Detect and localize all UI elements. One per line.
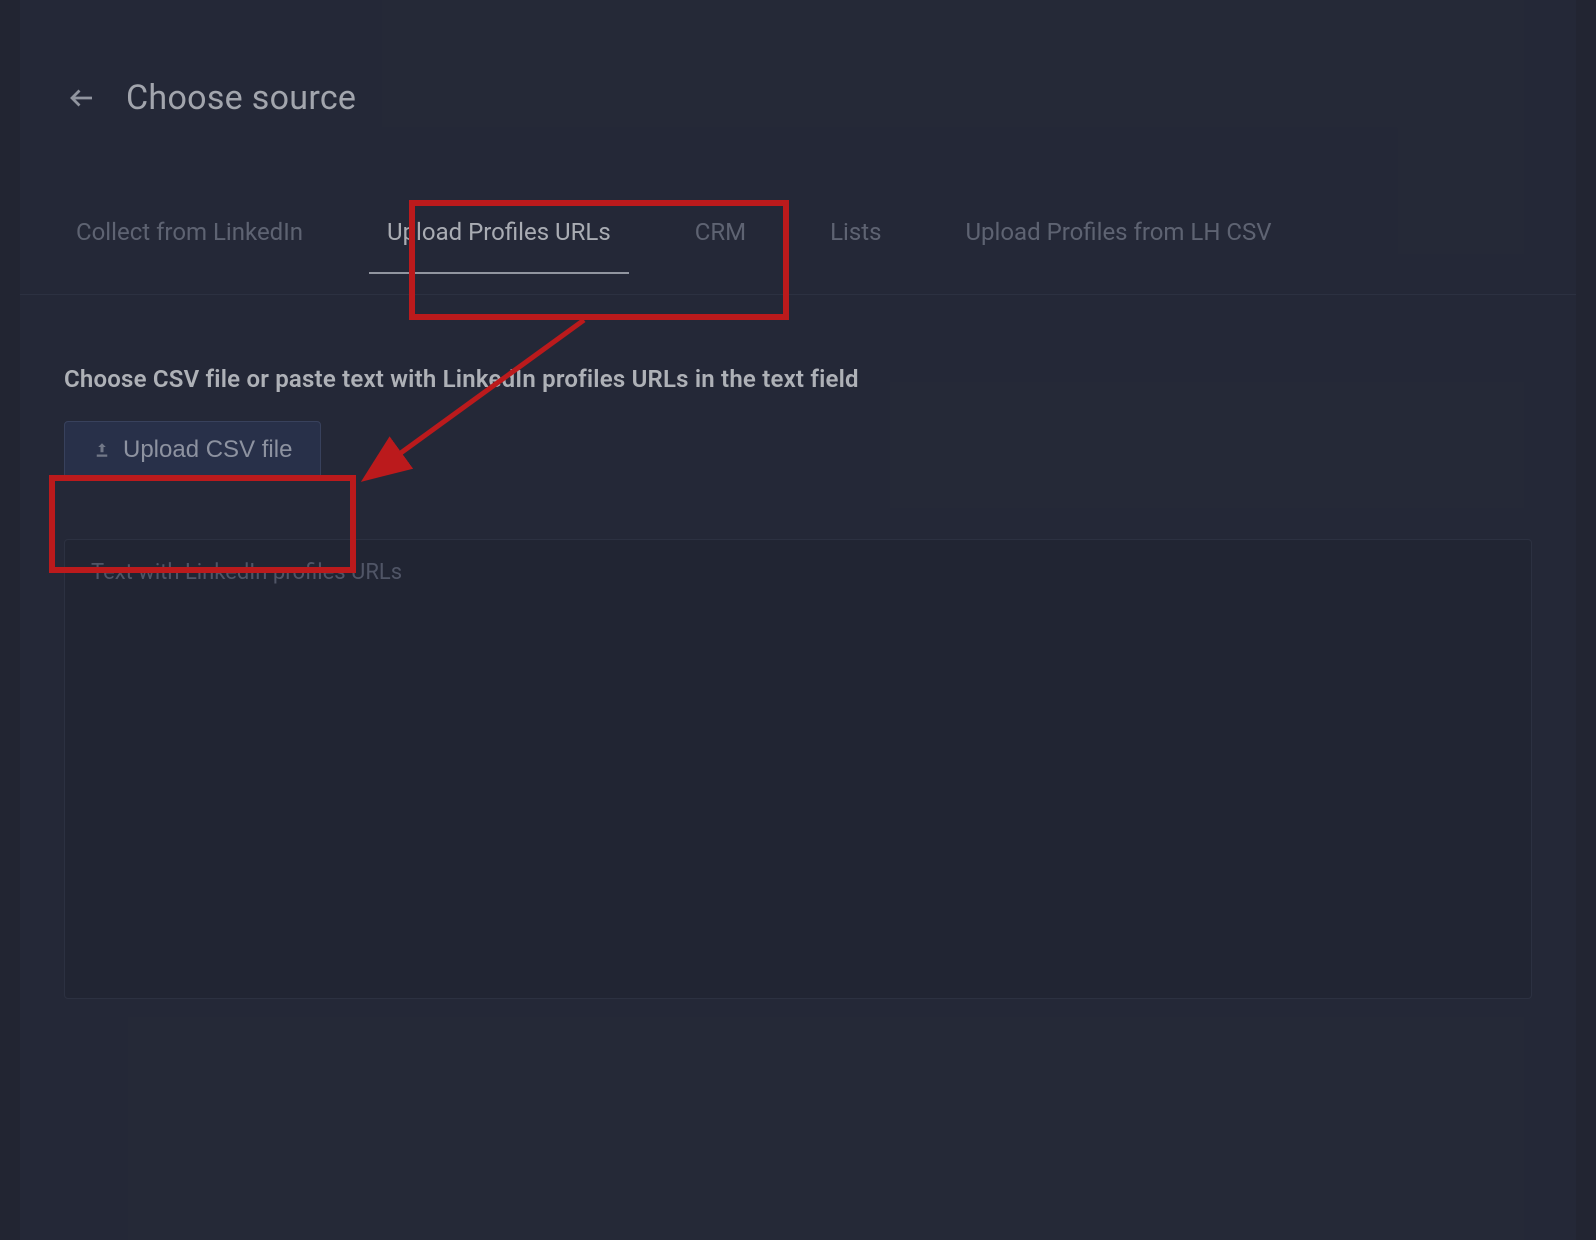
tab-crm[interactable]: CRM [695, 218, 746, 246]
profiles-urls-textarea[interactable] [64, 539, 1532, 999]
upload-icon [93, 441, 111, 459]
tab-lists[interactable]: Lists [830, 218, 881, 246]
tabs-row: Collect from LinkedIn Upload Profiles UR… [20, 118, 1576, 295]
upload-csv-button-label: Upload CSV file [123, 436, 292, 464]
content-area: Choose CSV file or paste text with Linke… [20, 295, 1576, 1003]
upload-csv-button[interactable]: Upload CSV file [64, 421, 321, 479]
tab-collect-from-linkedin[interactable]: Collect from LinkedIn [76, 218, 303, 246]
page-title: Choose source [126, 78, 356, 118]
arrow-left-icon [67, 83, 97, 113]
tab-upload-profiles-from-lh-csv[interactable]: Upload Profiles from LH CSV [965, 218, 1271, 246]
tab-upload-profiles-urls[interactable]: Upload Profiles URLs [387, 218, 611, 246]
back-button[interactable] [64, 80, 100, 116]
header-row: Choose source [20, 0, 1576, 118]
textarea-wrapper [64, 539, 1532, 1003]
instruction-text: Choose CSV file or paste text with Linke… [64, 365, 1532, 393]
